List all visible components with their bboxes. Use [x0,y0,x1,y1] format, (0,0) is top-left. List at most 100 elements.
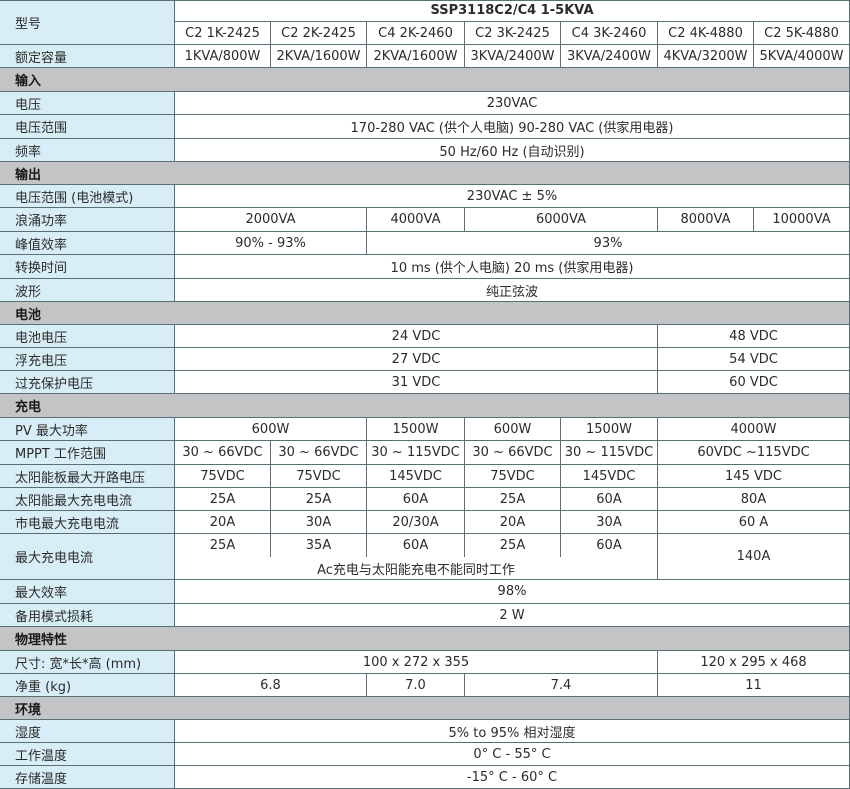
max-eff-label: 最大效率 [0,580,175,604]
solar-current-label: 太阳能最大充电电流 [0,488,175,511]
battery-range: 230VAC ± 5% [175,185,850,208]
input-voltage-label: 电压 [0,92,175,115]
float-voltage: 54 VDC [658,348,850,371]
surge-value: 10000VA [754,208,850,232]
capacity-value: 3KVA/2400W [465,45,561,68]
weight-value: 7.0 [367,674,465,697]
efficiency-value: 93% [367,232,850,255]
input-freq: 50 Hz/60 Hz (自动识别) [175,139,850,162]
overcharge-label: 过充保护电压 [0,371,175,394]
solar-current: 60A [561,488,658,511]
max-current-note: Ac充电与太阳能充电不能同时工作 [175,557,658,580]
pv-power: 1500W [367,418,465,441]
efficiency-label: 峰值效率 [0,232,175,255]
section-physical: 物理特性 [0,627,850,651]
input-voltage: 230VAC [175,92,850,115]
storage-temp: -15° C - 60° C [175,766,850,789]
ac-current: 20/30A [367,511,465,534]
section-input: 输入 [0,68,850,92]
mppt-label: MPPT 工作范围 [0,441,175,465]
storage-temp-label: 存储温度 [0,766,175,789]
pv-power: 600W [465,418,561,441]
battery-voltage: 24 VDC [175,325,658,348]
capacity-value: 2KVA/1600W [271,45,367,68]
solar-current: 80A [658,488,850,511]
battery-voltage: 48 VDC [658,325,850,348]
dims-label: 尺寸: 宽*长*高 (mm) [0,651,175,674]
solar-current: 25A [465,488,561,511]
humidity: 5% to 95% 相对湿度 [175,720,850,743]
capacity-value: 2KVA/1600W [367,45,465,68]
capacity-label: 额定容量 [0,45,175,68]
surge-label: 浪涌功率 [0,208,175,232]
efficiency-value: 90% - 93% [175,232,367,255]
weight-label: 净重 (kg) [0,674,175,697]
surge-value: 2000VA [175,208,367,232]
model-name: C2 2K-2425 [271,22,367,45]
section-output: 输出 [0,162,850,185]
voc-value: 75VDC [465,465,561,488]
standby-label: 备用模式损耗 [0,604,175,627]
max-current-label: 最大充电电流 [0,534,175,580]
overcharge-voltage: 31 VDC [175,371,658,394]
max-current: 25A [175,534,271,557]
battery-range-label: 电压范围 (电池模式) [0,185,175,208]
model-name: C2 5K-4880 [754,22,850,45]
op-temp-label: 工作温度 [0,743,175,766]
max-current: 140A [658,534,850,580]
capacity-value: 1KVA/800W [175,45,271,68]
weight-value: 6.8 [175,674,367,697]
pv-power: 1500W [561,418,658,441]
voc-value: 145VDC [367,465,465,488]
op-temp: 0° C - 55° C [175,743,850,766]
pv-power: 600W [175,418,367,441]
humidity-label: 湿度 [0,720,175,743]
model-name: C2 3K-2425 [465,22,561,45]
waveform-label: 波形 [0,279,175,302]
voc-label: 太阳能板最大开路电压 [0,465,175,488]
mppt-range: 30 ~ 66VDC [175,441,271,465]
max-current: 60A [367,534,465,557]
pv-power: 4000W [658,418,850,441]
surge-value: 6000VA [465,208,658,232]
series-title: SSP3118C2/C4 1-5KVA [175,0,850,22]
ac-current: 30A [561,511,658,534]
surge-value: 4000VA [367,208,465,232]
float-label: 浮充电压 [0,348,175,371]
section-charging: 充电 [0,394,850,418]
model-label: 型号 [0,0,175,45]
ac-current: 30A [271,511,367,534]
capacity-value: 3KVA/2400W [561,45,658,68]
section-battery: 电池 [0,302,850,325]
pv-power-label: PV 最大功率 [0,418,175,441]
capacity-value: 4KVA/3200W [658,45,754,68]
section-environment: 环境 [0,697,850,720]
model-name: C4 2K-2460 [367,22,465,45]
max-current: 25A [465,534,561,557]
overcharge-voltage: 60 VDC [658,371,850,394]
capacity-value: 5KVA/4000W [754,45,850,68]
weight-value: 11 [658,674,850,697]
voc-value: 75VDC [175,465,271,488]
weight-value: 7.4 [465,674,658,697]
ac-current-label: 市电最大充电电流 [0,511,175,534]
dims-value: 120 x 295 x 468 [658,651,850,674]
max-eff: 98% [175,580,850,604]
ac-current: 20A [465,511,561,534]
dims-value: 100 x 272 x 355 [175,651,658,674]
input-range: 170-280 VAC (供个人电脑) 90-280 VAC (供家用电器) [175,115,850,139]
model-name: C4 3K-2460 [561,22,658,45]
battery-voltage-label: 电池电压 [0,325,175,348]
spec-table: 型号 SSP3118C2/C4 1-5KVA C2 1K-2425 C2 2K-242… [0,0,850,789]
input-range-label: 电压范围 [0,115,175,139]
model-name: C2 1K-2425 [175,22,271,45]
voc-value: 75VDC [271,465,367,488]
solar-current: 60A [367,488,465,511]
ac-current: 20A [175,511,271,534]
solar-current: 25A [175,488,271,511]
mppt-range: 30 ~ 115VDC [367,441,465,465]
model-name: C2 4K-4880 [658,22,754,45]
mppt-range: 30 ~ 66VDC [271,441,367,465]
waveform-value: 纯正弦波 [175,279,850,302]
voc-value: 145 VDC [658,465,850,488]
